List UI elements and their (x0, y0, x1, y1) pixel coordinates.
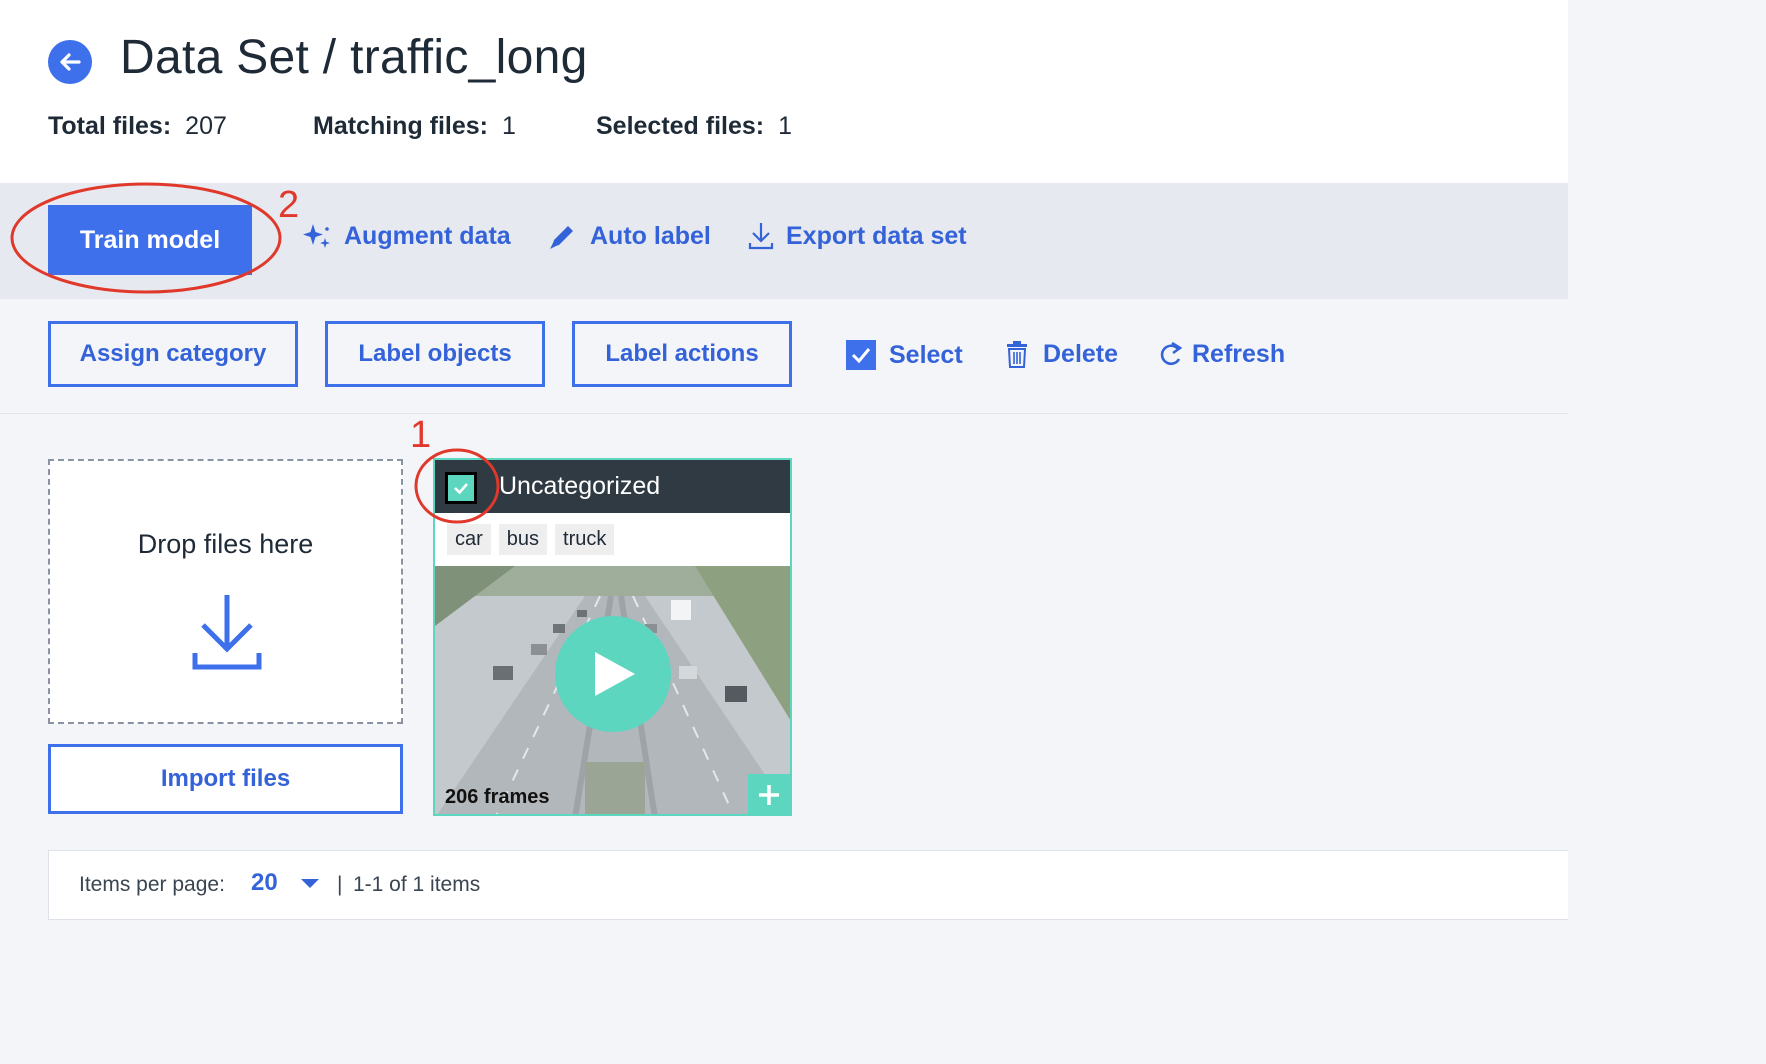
total-files-label: Total files: (48, 112, 172, 140)
refresh-icon (1160, 341, 1183, 366)
chevron-down-icon (300, 879, 319, 888)
play-button[interactable] (555, 616, 671, 732)
assign-category-button[interactable]: Assign category (48, 321, 298, 387)
pagination-range: 1-1 of 1 items (353, 873, 481, 896)
augment-data-label: Augment data (344, 221, 511, 250)
trash-icon (1007, 341, 1027, 368)
auto-label-label: Auto label (590, 221, 711, 250)
selected-files-value: 1 (778, 112, 793, 140)
card-category: Uncategorized (499, 472, 661, 500)
tag-truck: truck (555, 524, 615, 555)
annotation-number-2: 2 (278, 184, 300, 226)
pagination-separator: | (337, 873, 343, 896)
file-drop-zone[interactable]: Drop files here (48, 459, 403, 724)
download-icon (192, 595, 262, 670)
items-per-page-select[interactable]: 20 (251, 869, 320, 897)
matching-files-value: 1 (502, 112, 516, 140)
drop-zone-text: Drop files here (137, 529, 314, 559)
tag-car: car (447, 524, 491, 555)
import-files-button[interactable]: Import files (48, 744, 403, 814)
video-thumbnail: 206 frames (435, 566, 790, 814)
label-actions-button[interactable]: Label actions (572, 321, 792, 387)
pencil-icon (550, 226, 573, 249)
add-button[interactable] (748, 774, 790, 814)
refresh-label: Refresh (1192, 339, 1286, 368)
matching-files-stat: Matching files: 1 (313, 112, 516, 141)
auto-label-button[interactable]: Auto label (548, 221, 711, 251)
annotation-circle-1 (414, 448, 500, 524)
checkbox-checked-icon (846, 340, 876, 370)
selected-files-stat: Selected files: 1 (596, 112, 792, 141)
plus-icon (759, 785, 779, 805)
matching-files-label: Matching files: (313, 112, 489, 140)
play-icon (595, 652, 635, 696)
items-per-page-value: 20 (251, 869, 278, 896)
sparkle-icon (303, 224, 330, 248)
frame-count: 206 frames (445, 786, 550, 808)
select-button[interactable]: Select (845, 339, 963, 371)
action-toolbar: Assign category Label objects Label acti… (0, 299, 1568, 414)
delete-label: Delete (1043, 339, 1119, 368)
refresh-button[interactable]: Refresh (1158, 339, 1285, 369)
total-files-value: 207 (185, 112, 227, 140)
label-objects-button[interactable]: Label objects (325, 321, 545, 387)
tag-bus: bus (498, 524, 548, 555)
delete-button[interactable]: Delete (1005, 339, 1118, 369)
card-tags: car bus truck (447, 524, 615, 555)
selected-files-label: Selected files: (596, 112, 765, 140)
augment-data-button[interactable]: Augment data (302, 221, 511, 251)
download-icon (748, 223, 774, 250)
pagination-bar: Items per page: 20 | 1-1 of 1 items (48, 850, 1568, 920)
select-label: Select (889, 340, 963, 369)
page-header: Data Set / traffic_long Total files: 207 … (0, 0, 1568, 183)
annotation-number-1: 1 (410, 414, 432, 456)
page-title: Data Set / traffic_long (120, 31, 588, 84)
total-files-stat: Total files: 207 (48, 112, 227, 141)
items-per-page-label: Items per page: (79, 873, 225, 896)
export-data-set-label: Export data set (786, 221, 967, 250)
export-data-set-button[interactable]: Export data set (748, 221, 967, 251)
back-arrow-icon (60, 53, 81, 71)
back-button[interactable] (48, 40, 92, 84)
annotation-circle-2 (10, 182, 282, 294)
